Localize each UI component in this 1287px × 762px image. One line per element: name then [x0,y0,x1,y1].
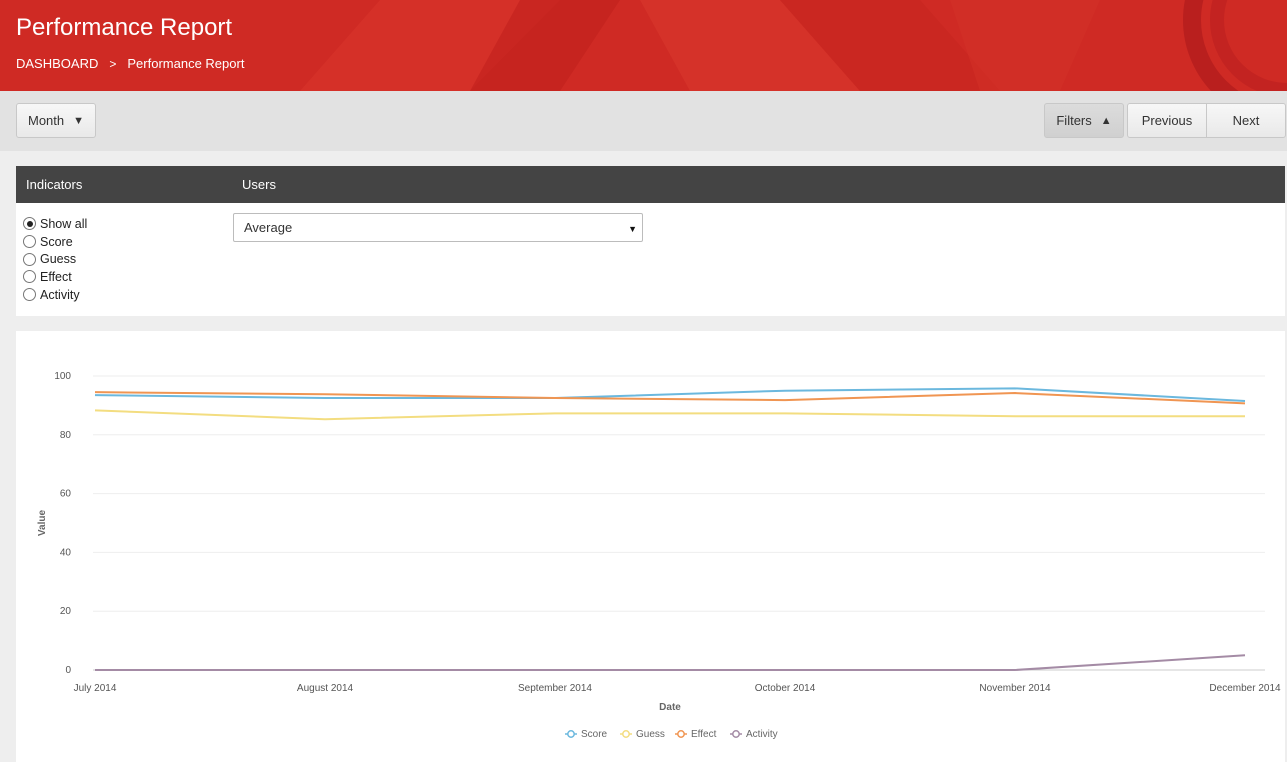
legend-label-effect: Effect [691,729,717,740]
breadcrumb-separator: > [109,56,117,71]
legend-swatch-marker [677,730,685,738]
indicator-option-effect[interactable]: Effect [23,268,87,286]
performance-line-chart: 0 20 40 60 80 100 July 2014 August 2014 Septembe… [37,371,1281,740]
y-tick-label: 0 [65,665,71,676]
filters-label: Filters [1056,113,1092,128]
breadcrumb: DASHBOARD > Performance Report [16,56,244,71]
x-axis-title: Date [659,702,681,713]
indicator-radio-group: Show all Score Guess Effect Activity [23,215,87,303]
filters-toggle-button[interactable]: Filters ▲ [1044,103,1124,138]
series-line-activity [95,654,1246,671]
users-select[interactable]: Average ▼ [233,213,643,242]
legend-swatch-marker [732,730,740,738]
indicator-option-label: Score [40,234,73,249]
next-label: Next [1232,113,1260,128]
caret-up-icon: ▲ [1100,114,1112,127]
y-axis-title: Value [37,510,48,537]
y-tick-label: 40 [60,547,72,558]
previous-button[interactable]: Previous [1127,103,1207,138]
period-label: Month [27,113,65,128]
legend-label-activity: Activity [746,729,778,740]
indicator-option-show-all[interactable]: Show all [23,215,87,233]
radio-button[interactable] [23,270,36,284]
users-header: Users [242,177,276,192]
caret-down-icon: ▼ [73,114,85,127]
breadcrumb-dashboard-link[interactable]: DASHBOARD [16,56,98,71]
radio-button[interactable] [23,252,36,266]
indicators-header: Indicators [26,177,83,192]
x-tick-label: July 2014 [74,683,117,694]
legend-label-guess: Guess [636,729,665,740]
y-tick-label: 60 [60,489,72,500]
indicator-option-label: Guess [40,252,77,267]
page-title: Performance Report [16,14,233,41]
indicator-option-score[interactable]: Score [23,233,87,251]
filter-panel: Indicators Users Show all Score Guess Ef… [16,166,1285,316]
y-tick-label: 100 [54,371,71,382]
toolbar: Month ▼ Filters ▲ Previous Next [0,91,1287,151]
header-banner: Performance Report DASHBOARD > Performan… [0,0,1287,91]
legend-swatch-marker [567,730,575,738]
chart-panel: 0 20 40 60 80 100 July 2014 August 2014 Septembe… [16,331,1285,762]
breadcrumb-current: Performance Report [127,56,245,71]
select-caret-icon: ▼ [628,224,637,234]
x-tick-label: August 2014 [297,683,354,694]
previous-label: Previous [1141,113,1193,128]
filter-panel-header: Indicators Users [16,166,1285,203]
y-tick-label: 80 [60,430,72,441]
radio-button[interactable] [23,217,36,231]
next-button[interactable]: Next [1206,103,1286,138]
users-select-value: Average [244,220,293,235]
indicator-option-activity[interactable]: Activity [23,286,87,304]
x-tick-label: November 2014 [979,683,1051,694]
radio-button[interactable] [23,288,36,302]
indicator-option-label: Show all [40,216,88,231]
y-tick-label: 20 [60,606,72,617]
indicator-option-label: Effect [40,269,72,284]
legend-swatch-marker [622,730,630,738]
period-dropdown-button[interactable]: Month ▼ [16,103,96,138]
x-tick-label: September 2014 [518,683,592,694]
x-tick-label: December 2014 [1209,683,1281,694]
series-line-guess [94,409,1245,421]
radio-button[interactable] [23,235,36,249]
indicator-option-label: Activity [40,287,80,302]
legend-label-score: Score [581,729,608,740]
indicator-option-guess[interactable]: Guess [23,250,87,268]
x-tick-label: October 2014 [755,683,816,694]
